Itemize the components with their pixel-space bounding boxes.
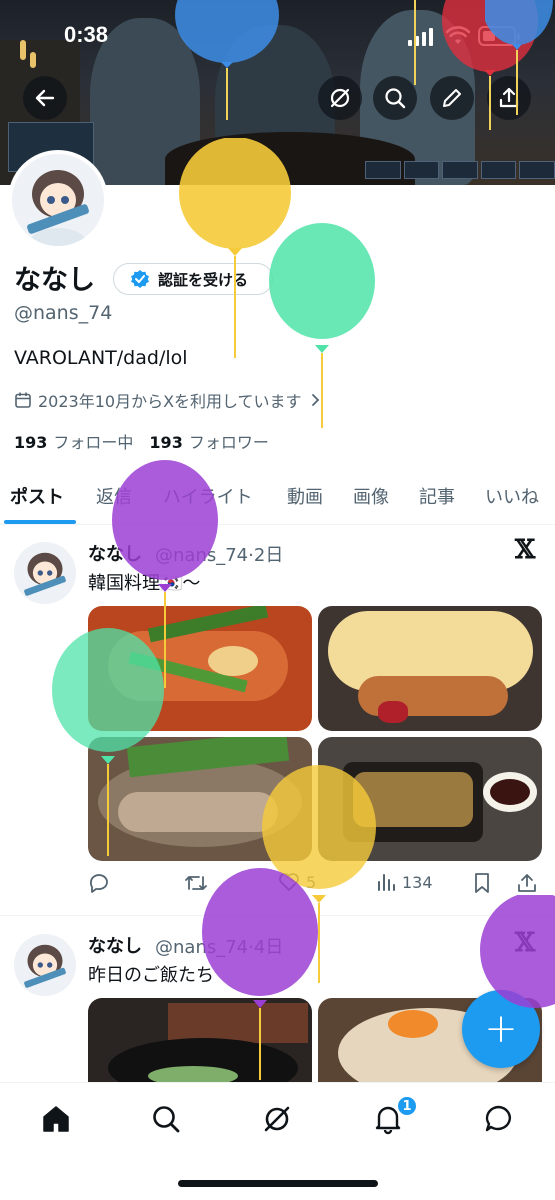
like-count: 5 <box>306 872 317 892</box>
followers-link[interactable]: 193 フォロワー <box>149 429 268 453</box>
chevron-right-icon <box>311 394 319 406</box>
retweet-button[interactable] <box>184 872 208 894</box>
heart-icon <box>279 873 299 891</box>
share-profile-button[interactable] <box>487 76 531 120</box>
share-icon <box>518 874 536 892</box>
like-button[interactable]: 5 <box>278 872 316 892</box>
avatar-illustration <box>12 154 104 246</box>
joined-date-text: 2023年10月からXを利用しています <box>38 392 302 411</box>
search-icon <box>153 1106 180 1133</box>
active-tab-indicator <box>4 520 76 524</box>
battery-icon <box>478 26 520 46</box>
tab-likes[interactable]: いいね <box>485 483 539 509</box>
following-label: フォロー中 <box>53 433 134 452</box>
tweet-photo-1[interactable] <box>88 998 312 1082</box>
tab-posts[interactable]: ポスト <box>10 483 64 509</box>
follow-stats: 193 フォロー中 193 フォロワー <box>14 429 269 453</box>
retweet-icon <box>185 876 207 890</box>
profile-avatar[interactable] <box>8 150 108 250</box>
tweet-divider <box>0 915 555 916</box>
banner-game-hud <box>365 161 555 179</box>
nav-home[interactable] <box>38 1101 74 1137</box>
search-button[interactable] <box>373 76 417 120</box>
tweet-actions: 5 134 <box>88 872 548 900</box>
tweet-photo-1[interactable] <box>88 606 312 731</box>
wifi-icon <box>446 26 470 44</box>
home-icon <box>43 1106 69 1132</box>
arrow-left-icon <box>35 89 55 107</box>
notification-badge: 1 <box>396 1095 418 1117</box>
pencil-icon <box>443 89 461 107</box>
grok-icon <box>330 88 350 108</box>
tweet-photo-2[interactable] <box>318 606 542 731</box>
tweet-time[interactable]: 2日 <box>254 545 283 566</box>
tab-articles[interactable]: 記事 <box>419 483 455 509</box>
profile-tabs: ポスト 返信 ハイライト 動画 画像 記事 いいね <box>0 465 555 525</box>
tweet-meta: @nans_74·2日 <box>155 541 283 567</box>
following-count: 193 <box>14 433 48 452</box>
grok-button[interactable] <box>318 76 362 120</box>
tweet-author-handle: @nans_74 <box>155 937 249 958</box>
tweet-author-avatar[interactable] <box>14 542 76 604</box>
reply-button[interactable] <box>88 872 110 894</box>
views-icon <box>378 874 395 891</box>
tab-photos[interactable]: 画像 <box>353 483 389 509</box>
compose-button[interactable]: + <box>462 990 540 1068</box>
bookmark-button[interactable] <box>472 872 492 894</box>
profile-bio: VAROLANT/dad/lol <box>14 347 188 369</box>
cellular-signal-icon <box>408 28 433 46</box>
profile-display-name: ななし <box>14 265 95 296</box>
joined-date-row[interactable]: 2023年10月からXを利用しています <box>14 388 322 412</box>
calendar-icon <box>15 392 31 408</box>
reply-icon <box>89 874 108 893</box>
nav-messages[interactable] <box>481 1101 517 1137</box>
share-tweet-button[interactable] <box>516 872 538 894</box>
share-icon <box>499 87 519 108</box>
get-verified-label: 認証を受ける <box>158 270 249 289</box>
followers-count: 193 <box>149 433 183 452</box>
avatar-illustration <box>14 542 76 604</box>
tweet-photo-4[interactable] <box>318 737 542 861</box>
home-indicator <box>178 1180 378 1187</box>
tweet-text: 昨日のご飯たち <box>88 965 214 986</box>
tweet-author-name[interactable]: ななし <box>88 932 142 958</box>
tweet-meta: @nans_74·4日 <box>155 933 283 959</box>
tweet-time[interactable]: 4日 <box>254 937 283 958</box>
back-button[interactable] <box>23 76 67 120</box>
nav-search[interactable] <box>148 1101 184 1137</box>
tweet-photo-3[interactable] <box>88 737 312 861</box>
messages-icon <box>485 1105 511 1132</box>
tweet-text: 韓国料理🇰🇷〜 <box>88 573 201 594</box>
tweet-author-handle: @nans_74 <box>155 545 249 566</box>
plus-icon: + <box>484 1006 518 1052</box>
grok-icon <box>264 1106 290 1132</box>
tab-videos[interactable]: 動画 <box>287 483 323 509</box>
search-icon <box>385 88 406 109</box>
avatar-illustration <box>14 934 76 996</box>
nav-grok[interactable] <box>259 1101 295 1137</box>
bookmark-icon <box>475 873 489 893</box>
tweet-author-name[interactable]: ななし <box>88 540 142 566</box>
profile-handle: @nans_74 <box>14 302 113 324</box>
followers-label: フォロワー <box>188 433 269 452</box>
view-count: 134 <box>402 872 433 892</box>
x-logo-icon: 𝕏 <box>515 928 536 958</box>
verified-badge-icon <box>131 270 149 288</box>
tab-replies[interactable]: 返信 <box>96 483 132 509</box>
views-button[interactable]: 134 <box>376 872 433 892</box>
get-verified-button[interactable]: 認証を受ける <box>113 263 273 295</box>
following-link[interactable]: 193 フォロー中 <box>14 429 133 453</box>
x-logo-icon: 𝕏 <box>515 535 536 565</box>
tweet-author-avatar[interactable] <box>14 934 76 996</box>
status-bar: 0:38 <box>0 0 555 70</box>
tab-highlights[interactable]: ハイライト <box>163 483 253 509</box>
edit-button[interactable] <box>430 76 474 120</box>
status-time: 0:38 <box>64 22 109 47</box>
